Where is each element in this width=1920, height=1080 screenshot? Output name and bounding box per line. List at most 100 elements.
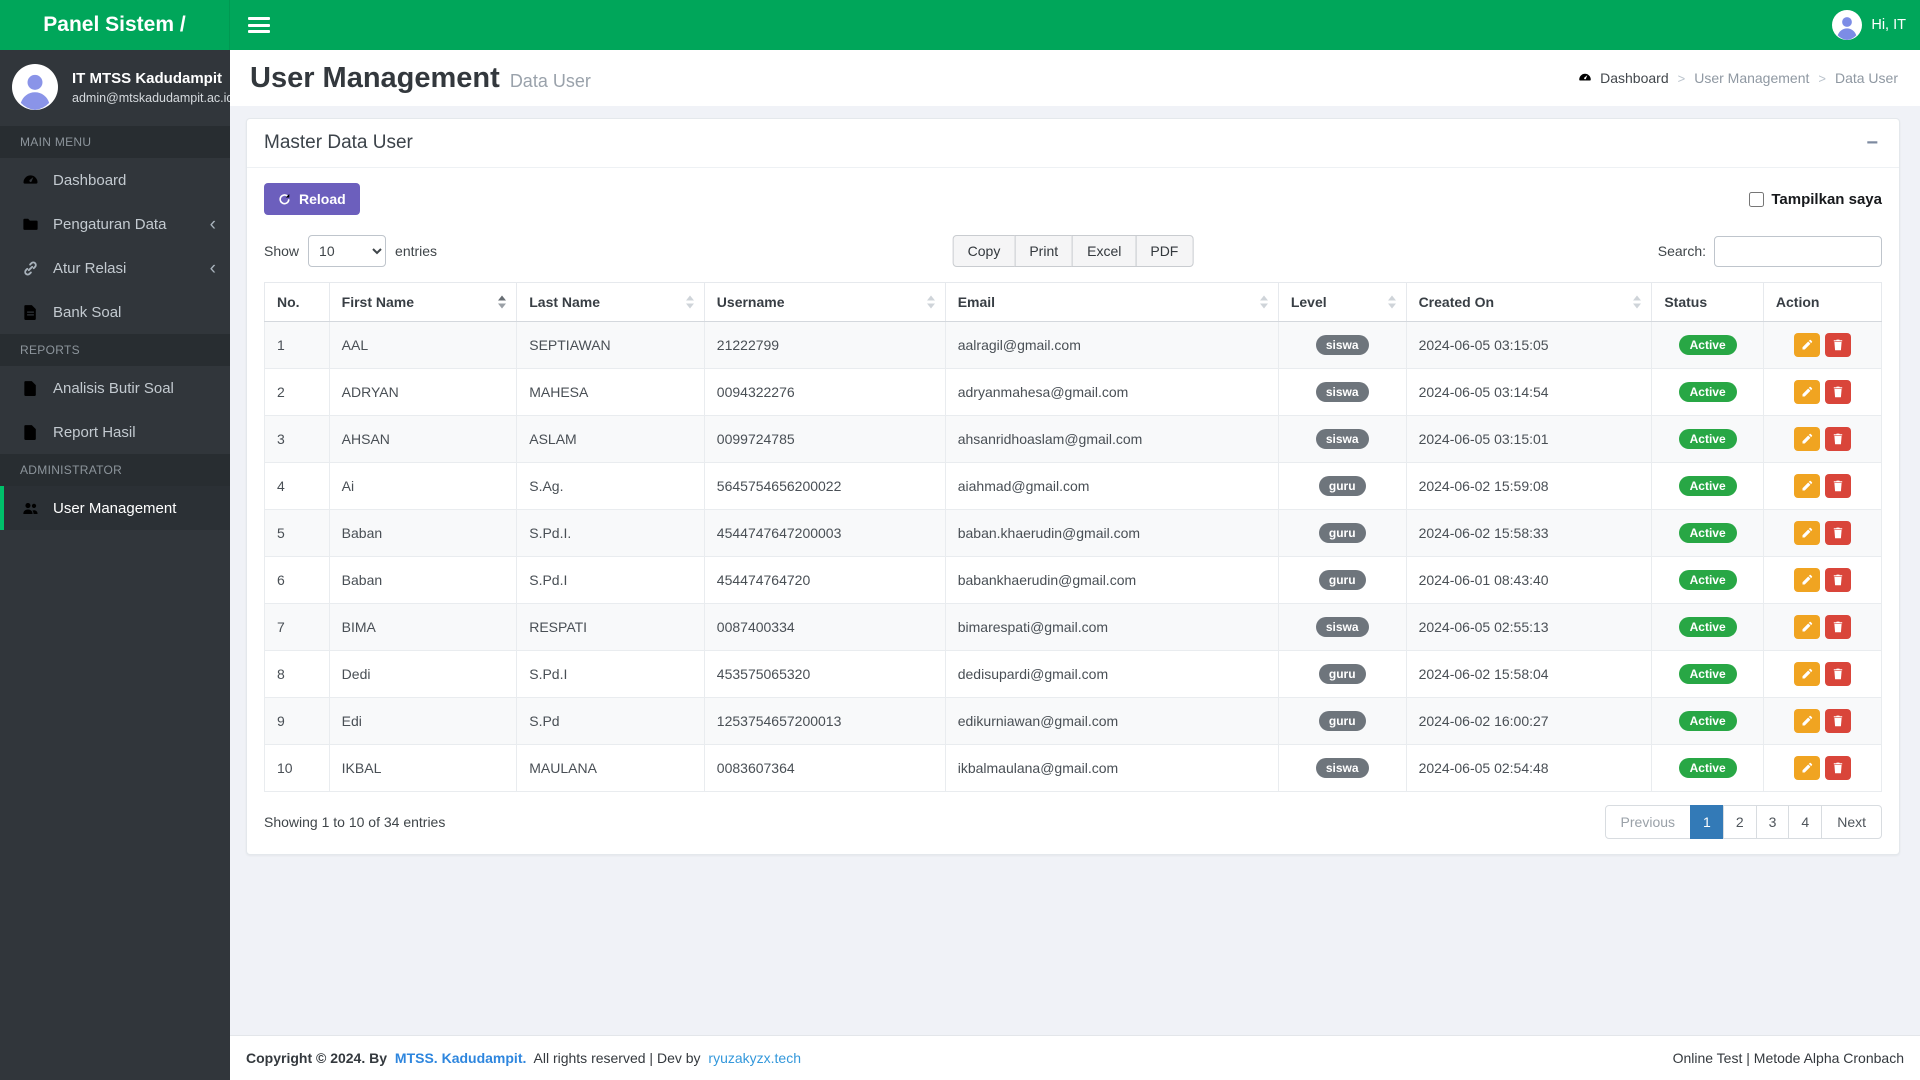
pagination-previous[interactable]: Previous: [1604, 805, 1692, 839]
cell-created-on: 2024-06-05 02:54:48: [1405, 744, 1653, 792]
table-row: 1 AAL SEPTIAWAN 21222799 aalragil@gmail.com s…: [264, 321, 1883, 369]
cell-last-name: MAHESA: [516, 368, 705, 416]
pencil-icon: [1801, 668, 1813, 680]
sort-icon: [685, 295, 695, 310]
cell-email: ahsanridhoaslam@gmail.com: [944, 415, 1279, 463]
pagination-next[interactable]: Next: [1821, 805, 1882, 839]
chevron-left-icon: ‹: [209, 213, 216, 235]
tampilkan-saya-toggle[interactable]: Tampilkan saya: [1749, 191, 1882, 208]
tampilkan-saya-checkbox[interactable]: [1749, 191, 1765, 207]
footer-dev-link[interactable]: ryuzakyzx.tech: [708, 1050, 801, 1066]
user-avatar-icon: [1832, 10, 1863, 40]
delete-button[interactable]: [1824, 474, 1851, 498]
master-data-user-card: Master Data User − Reload Tampilkan saya: [246, 118, 1900, 855]
status-badge: Active: [1678, 382, 1737, 402]
navbar-user-menu[interactable]: Hi, IT: [1832, 10, 1906, 40]
sidebar-toggle-icon[interactable]: [248, 17, 270, 33]
sidebar-item-report-hasil[interactable]: Report Hasil: [0, 410, 230, 454]
edit-button[interactable]: [1793, 709, 1820, 733]
sidebar-item-analisis-butir-soal[interactable]: Analisis Butir Soal: [0, 366, 230, 410]
search-input[interactable]: [1714, 235, 1882, 267]
status-badge: Active: [1678, 476, 1737, 496]
sidebar-item-pengaturan-data[interactable]: Pengaturan Data ‹: [0, 202, 230, 246]
trash-icon: [1832, 715, 1844, 727]
page-title: User Management Data User: [250, 61, 591, 94]
pencil-icon: [1801, 433, 1813, 445]
delete-button[interactable]: [1824, 662, 1851, 686]
delete-button[interactable]: [1824, 615, 1851, 639]
delete-button[interactable]: [1824, 756, 1851, 780]
cell-action: [1762, 415, 1883, 463]
cell-email: babankhaerudin@gmail.com: [944, 556, 1279, 604]
edit-button[interactable]: [1793, 474, 1820, 498]
edit-button[interactable]: [1793, 427, 1820, 451]
users-table: No. First Name Last Name Username Email …: [264, 282, 1883, 792]
page-subtitle: Data User: [509, 70, 591, 91]
breadcrumb-user-management[interactable]: User Management: [1694, 70, 1809, 86]
edit-button[interactable]: [1793, 380, 1820, 404]
cell-last-name: RESPATI: [516, 603, 705, 651]
table-row: 3 AHSAN ASLAM 0099724785 ahsanridhoaslam@gma…: [264, 415, 1883, 463]
edit-button[interactable]: [1793, 615, 1820, 639]
page-length-select[interactable]: 10: [308, 235, 387, 267]
level-badge: siswa: [1315, 617, 1369, 637]
delete-button[interactable]: [1824, 380, 1851, 404]
breadcrumb-data-user: Data User: [1834, 70, 1898, 86]
col-header-username[interactable]: Username: [703, 282, 946, 322]
cell-no: 3: [264, 415, 330, 463]
table-row: 2 ADRYAN MAHESA 0094322276 adryanmahesa@gmai…: [264, 368, 1883, 416]
edit-button[interactable]: [1793, 568, 1820, 592]
cell-first-name: Ai: [328, 462, 518, 510]
cell-first-name: IKBAL: [328, 744, 518, 792]
cell-username: 453575065320: [703, 650, 946, 698]
delete-button[interactable]: [1824, 521, 1851, 545]
status-badge: Active: [1678, 335, 1737, 355]
footer-brand-link[interactable]: MTSS. Kadudampit.: [395, 1050, 526, 1066]
sidebar-item-atur-relasi[interactable]: Atur Relasi ‹: [0, 246, 230, 290]
breadcrumb-dashboard[interactable]: Dashboard: [1577, 70, 1669, 86]
cell-username: 1253754657200013: [703, 697, 946, 745]
copy-button[interactable]: Copy: [952, 235, 1016, 267]
col-header-level[interactable]: Level: [1277, 282, 1407, 322]
sidebar-item-bank-soal[interactable]: Bank Soal: [0, 290, 230, 334]
edit-button[interactable]: [1793, 521, 1820, 545]
pagination-page-2[interactable]: 2: [1722, 805, 1757, 839]
excel-button[interactable]: Excel: [1072, 235, 1137, 267]
reload-button[interactable]: Reload: [264, 183, 360, 215]
delete-button[interactable]: [1824, 568, 1851, 592]
sidebar-item-user-management[interactable]: User Management: [0, 486, 230, 530]
cell-level: guru: [1277, 509, 1407, 557]
col-header-last-name[interactable]: Last Name: [516, 282, 705, 322]
sidebar-item-dashboard[interactable]: Dashboard: [0, 158, 230, 202]
pdf-button[interactable]: PDF: [1135, 235, 1194, 267]
cell-last-name: SEPTIAWAN: [516, 321, 705, 369]
delete-button[interactable]: [1824, 709, 1851, 733]
cell-no: 6: [264, 556, 330, 604]
col-header-first-name[interactable]: First Name: [328, 282, 518, 322]
table-header-row: No. First Name Last Name Username Email …: [264, 282, 1883, 322]
trash-icon: [1832, 480, 1844, 492]
col-header-created-on[interactable]: Created On: [1405, 282, 1653, 322]
cell-created-on: 2024-06-05 03:15:01: [1405, 415, 1653, 463]
cell-status: Active: [1651, 650, 1764, 698]
edit-button[interactable]: [1793, 333, 1820, 357]
pencil-icon: [1801, 762, 1813, 774]
edit-button[interactable]: [1793, 756, 1820, 780]
pagination-page-4[interactable]: 4: [1788, 805, 1823, 839]
gauge-icon: [21, 172, 40, 189]
pagination-page-3[interactable]: 3: [1755, 805, 1790, 839]
sidebar-section-administrator: ADMINISTRATOR: [0, 454, 230, 486]
trash-icon: [1832, 339, 1844, 351]
brand-logo[interactable]: Panel Sistem /: [0, 0, 230, 50]
delete-button[interactable]: [1824, 333, 1851, 357]
pagination-page-1[interactable]: 1: [1690, 805, 1724, 839]
status-badge: Active: [1678, 758, 1737, 778]
top-navbar: Hi, IT: [230, 0, 1920, 50]
edit-button[interactable]: [1793, 662, 1820, 686]
col-header-email[interactable]: Email: [944, 282, 1279, 322]
cell-status: Active: [1651, 462, 1764, 510]
print-button[interactable]: Print: [1014, 235, 1074, 267]
collapse-card-icon[interactable]: −: [1862, 133, 1882, 153]
cell-no: 8: [264, 650, 330, 698]
delete-button[interactable]: [1824, 427, 1851, 451]
